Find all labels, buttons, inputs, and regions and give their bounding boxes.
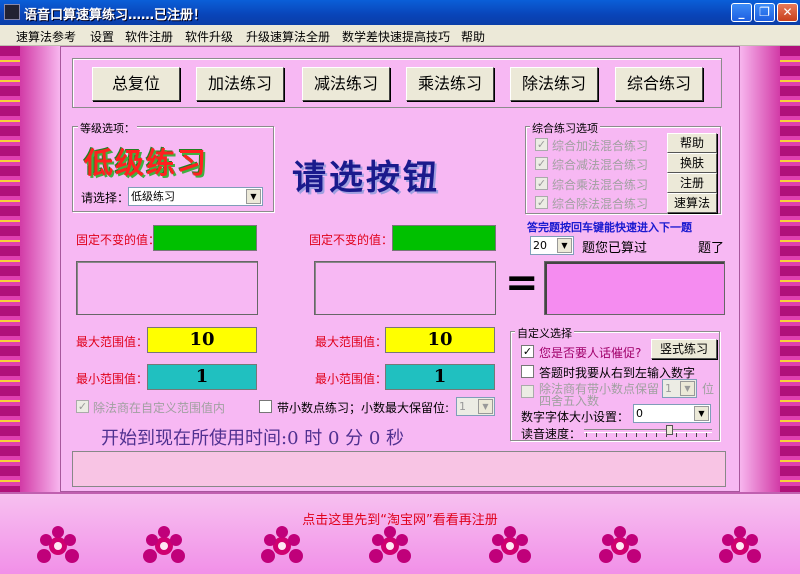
enter-hint: 答完题按回车键能快速进入下一题 xyxy=(527,221,692,234)
equals-sign: = xyxy=(505,260,539,306)
speed-slider-ticks xyxy=(586,433,710,437)
menu-item-reference[interactable]: 速算法参考 xyxy=(16,28,76,45)
left-min-label: 最小范围值： xyxy=(76,372,149,386)
left-min-field[interactable]: 1 xyxy=(147,364,257,390)
flower-decorations xyxy=(37,526,761,563)
title-bar: 语音口算速算练习……已注册！ _ ❐ ✕ xyxy=(0,0,800,25)
restore-button[interactable]: ❐ xyxy=(754,3,775,22)
urge-checkbox[interactable]: ✓ xyxy=(521,345,534,358)
divide-range-label: 除法商在自定义范围值内 xyxy=(93,401,226,415)
help-button[interactable]: 帮助 xyxy=(667,133,717,153)
menu-item-settings[interactable]: 设置 xyxy=(90,28,114,45)
chevron-down-icon: ▼ xyxy=(694,406,709,421)
menu-item-upgrade-full[interactable]: 升级速算法全册 xyxy=(246,28,330,45)
reset-all-button[interactable]: 总复位 xyxy=(92,67,180,101)
chevron-down-icon: ▼ xyxy=(246,189,261,204)
level-select-label: 请选择： xyxy=(81,191,130,205)
count-select[interactable]: 20 ▼ xyxy=(530,236,574,255)
font-size-value: 0 xyxy=(636,407,643,420)
left-max-label: 最大范围值： xyxy=(76,335,149,349)
answer-box[interactable] xyxy=(544,261,725,315)
status-bar xyxy=(72,451,726,487)
divide-range-checkbox[interactable]: ✓ xyxy=(76,400,89,413)
close-button[interactable]: ✕ xyxy=(777,3,798,22)
decimal-label: 带小数点练习；小数最大保留位: xyxy=(277,401,450,415)
window-title: 语音口算速算练习……已注册！ xyxy=(24,8,207,23)
elapsed-time-text: 开始到现在所使用时间:0 时 0 分 0 秒 xyxy=(101,428,405,449)
left-gradient-panel xyxy=(20,46,60,492)
addition-button[interactable]: 加法练习 xyxy=(196,67,284,101)
level-select-value: 低级练习 xyxy=(131,190,175,203)
decimal-checkbox[interactable] xyxy=(259,400,272,413)
mixed-mul-label: 综合乘法混合练习 xyxy=(552,178,649,192)
left-operand-box xyxy=(76,261,258,315)
urge-label: 您是否要人话催促? xyxy=(539,346,642,360)
vertical-exercise-button[interactable]: 竖式练习 xyxy=(651,339,717,359)
right-max-field[interactable]: 10 xyxy=(385,327,495,353)
chevron-down-icon: ▼ xyxy=(557,238,572,253)
decimal-keep-suffix: 位 xyxy=(702,382,715,396)
round-label: 四舍五入数 xyxy=(539,394,600,408)
chevron-down-icon: ▼ xyxy=(680,381,695,396)
menu-item-help[interactable]: 帮助 xyxy=(461,28,485,45)
minimize-button[interactable]: _ xyxy=(731,3,752,22)
mixed-add-checkbox[interactable]: ✓ xyxy=(535,138,548,151)
decimal-places-select[interactable]: 1 ▼ xyxy=(456,397,495,416)
decimal-keep-select[interactable]: 1 ▼ xyxy=(662,379,697,398)
right-operand-box xyxy=(314,261,496,315)
level-banner: 低级练习 xyxy=(84,146,209,180)
left-fixed-field[interactable] xyxy=(153,225,257,251)
menu-item-tips[interactable]: 数学差快速提高技巧 xyxy=(342,28,450,45)
font-size-select[interactable]: 0 ▼ xyxy=(633,404,711,423)
count-select-value: 20 xyxy=(533,239,547,252)
menu-item-register[interactable]: 软件注册 xyxy=(125,28,173,45)
level-group-label: 等级选项： xyxy=(78,120,137,136)
mixed-sub-checkbox[interactable]: ✓ xyxy=(535,157,548,170)
right-min-field[interactable]: 1 xyxy=(385,364,495,390)
menu-item-upgrade[interactable]: 软件升级 xyxy=(185,28,233,45)
decimal-places-value: 1 xyxy=(459,400,466,413)
left-max-field[interactable]: 10 xyxy=(147,327,257,353)
mixed-add-label: 综合加法混合练习 xyxy=(552,139,649,153)
left-border-decoration xyxy=(0,46,20,492)
division-button[interactable]: 除法练习 xyxy=(510,67,598,101)
app-window: 语音口算速算练习……已注册！ _ ❐ ✕ 速算法参考 设置 软件注册 软件升级 … xyxy=(0,0,800,574)
count-text: 题您已算过 xyxy=(582,241,648,256)
mixed-sub-label: 综合减法混合练习 xyxy=(552,158,649,172)
mixed-options-label: 综合练习选项 xyxy=(530,120,600,136)
right-min-label: 最小范围值： xyxy=(315,372,388,386)
multiplication-button[interactable]: 乘法练习 xyxy=(406,67,494,101)
register-button[interactable]: 注册 xyxy=(667,173,717,193)
right-border-decoration xyxy=(780,46,800,492)
level-select[interactable]: 低级练习 ▼ xyxy=(128,187,263,206)
speed-method-button[interactable]: 速算法 xyxy=(667,193,717,213)
speed-label: 读音速度： xyxy=(521,427,582,441)
mixed-div-checkbox[interactable]: ✓ xyxy=(535,196,548,209)
chevron-down-icon: ▼ xyxy=(478,399,493,414)
speed-slider-thumb[interactable] xyxy=(666,425,673,435)
mixed-mul-checkbox[interactable]: ✓ xyxy=(535,177,548,190)
font-size-label: 数字字体大小设置： xyxy=(521,410,630,424)
right-fixed-label: 固定不变的值： xyxy=(309,233,394,247)
mixed-exercise-button[interactable]: 综合练习 xyxy=(615,67,703,101)
mixed-div-label: 综合除法混合练习 xyxy=(552,197,649,211)
app-icon xyxy=(4,4,20,20)
left-fixed-label: 固定不变的值： xyxy=(76,233,161,247)
custom-group-label: 自定义选择 xyxy=(515,325,574,341)
rtl-input-checkbox[interactable] xyxy=(521,365,534,378)
decimal-keep-checkbox[interactable] xyxy=(521,385,534,398)
right-gradient-panel xyxy=(740,46,780,492)
right-max-label: 最大范围值： xyxy=(315,335,388,349)
right-fixed-field[interactable] xyxy=(392,225,496,251)
subtraction-button[interactable]: 减法练习 xyxy=(302,67,390,101)
prompt-text: 请选按钮 xyxy=(292,158,440,198)
skin-button[interactable]: 换肤 xyxy=(667,153,717,173)
count-suffix: 题了 xyxy=(698,241,725,256)
menu-bar: 速算法参考 设置 软件注册 软件升级 升级速算法全册 数学差快速提高技巧 帮助 xyxy=(0,25,800,46)
decimal-keep-value: 1 xyxy=(665,382,672,395)
